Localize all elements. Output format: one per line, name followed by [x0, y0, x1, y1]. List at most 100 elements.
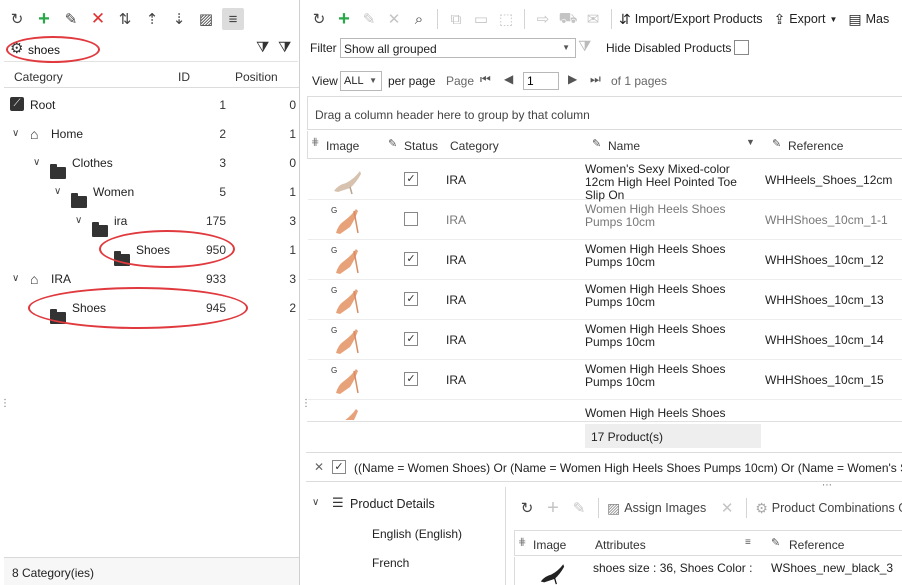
import-export-button[interactable]: ⇵ Import/Export Products	[619, 11, 763, 28]
filter-icon[interactable]: ≡	[222, 8, 244, 30]
delete-icon[interactable]: ✕	[383, 8, 405, 30]
chevron-down-icon[interactable]: ∨	[312, 497, 319, 508]
status-checkbox[interactable]	[404, 212, 418, 226]
row-reference: WHHShoes_10cm_13	[765, 293, 884, 307]
refresh-icon[interactable]: ↻	[516, 497, 538, 519]
product-combinations-button[interactable]: ⚙ Product Combinations Ge	[755, 500, 902, 517]
column-attributes[interactable]: Attributes	[595, 538, 646, 552]
status-checkbox[interactable]: ✓	[404, 332, 418, 346]
column-category[interactable]: Category	[14, 70, 63, 84]
table-row[interactable]: Women High Heels Shoes Pumps	[308, 400, 902, 420]
filter-label: Filter	[310, 41, 337, 55]
edit-icon[interactable]: ✎	[358, 8, 380, 30]
filter-select[interactable]: Show all grouped ▼	[340, 38, 576, 58]
mass-button[interactable]: ▤ Mas	[848, 11, 889, 28]
view-label: View	[312, 74, 338, 88]
edit-icon[interactable]: ✎	[568, 497, 590, 519]
column-reference[interactable]: Reference	[789, 538, 844, 552]
table-row[interactable]: G ✓ IRA Women High Heels Shoes Pumps 10c…	[308, 240, 902, 280]
delete-icon[interactable]: ✕	[716, 497, 738, 519]
column-position[interactable]: Position	[235, 70, 278, 84]
view-select[interactable]: ALL ▼	[340, 71, 382, 91]
row-reference: WHHShoes_10cm_14	[765, 333, 884, 347]
column-name[interactable]: Name	[608, 139, 640, 153]
table-row[interactable]: G ✓ IRA Women High Heels Shoes Pumps 10c…	[308, 320, 902, 360]
row-category: IRA	[446, 373, 467, 387]
table-row[interactable]: ✓ IRA Women's Sexy Mixed-color 12cm High…	[308, 160, 902, 202]
status-checkbox[interactable]: ✓	[404, 372, 418, 386]
hide-disabled-checkbox[interactable]	[734, 40, 749, 55]
table-row[interactable]: G ✓ IRA Women High Heels Shoes Pumps 10c…	[308, 360, 902, 400]
move-down-icon[interactable]: ⇣	[168, 8, 190, 30]
mass-label: Mas	[865, 12, 890, 26]
refresh-icon[interactable]: ↻	[6, 8, 28, 30]
tree-node-home[interactable]: ∨ ⌂ Home 2 1	[0, 119, 298, 148]
add-icon[interactable]: +	[542, 497, 564, 519]
row-name: Women High Heels Shoes Pumps 10cm	[585, 322, 726, 349]
column-chooser-icon[interactable]: ⋕	[518, 537, 526, 548]
status-checkbox[interactable]: ✓	[404, 252, 418, 266]
filter-bar: Filter Show all grouped ▼ ⧩ Hide Disable…	[306, 36, 902, 62]
filter-enable-checkbox[interactable]: ✓	[332, 460, 346, 474]
image-icon[interactable]: ▨	[195, 8, 217, 30]
tree-node-root[interactable]: ⟋ Root 1 0	[0, 90, 298, 119]
duplicate-icon[interactable]: ⬚	[495, 8, 517, 30]
product-thumbnail: G	[331, 366, 359, 394]
chevron-down-icon: ▼	[369, 76, 377, 85]
status-checkbox[interactable]: ✓	[404, 292, 418, 306]
column-chooser-icon[interactable]: ⋕	[311, 137, 319, 148]
details-item-french[interactable]: French	[372, 556, 409, 570]
group-by-panel[interactable]: Drag a column header here to group by th…	[307, 96, 902, 130]
column-id[interactable]: ID	[178, 70, 190, 84]
copy-icon[interactable]: ⧉	[445, 8, 467, 30]
paste-icon[interactable]: ▭	[470, 8, 492, 30]
table-row[interactable]: G ✓ IRA Women High Heels Shoes Pumps 10c…	[308, 280, 902, 320]
edit-icon[interactable]: ✎	[60, 8, 82, 30]
add-icon[interactable]: +	[333, 8, 355, 30]
tree-node-id: 2	[219, 126, 226, 141]
prev-page-icon[interactable]: ◀	[504, 72, 513, 86]
column-image[interactable]: Image	[326, 139, 359, 153]
table-row[interactable]: G IRA Women High Heels Shoes Pumps 10cm …	[308, 200, 902, 240]
toolbar-separator	[524, 9, 525, 29]
message-icon[interactable]: ✉	[582, 8, 604, 30]
column-reference[interactable]: Reference	[788, 139, 843, 153]
add-filter-icon[interactable]: ⧩	[256, 39, 269, 56]
sort-column-icon[interactable]: ≡	[745, 537, 751, 548]
column-category[interactable]: Category	[450, 139, 499, 153]
splitter-handle-horizontal[interactable]: ⋯	[822, 480, 832, 491]
chevron-down-icon[interactable]: ∨	[12, 128, 19, 139]
move-icon[interactable]: ⇨	[532, 8, 554, 30]
sort-icon[interactable]: ⇅	[114, 8, 136, 30]
product-details-title[interactable]: Product Details	[350, 497, 435, 511]
row-reference: WShoes_new_black_3	[771, 561, 894, 575]
clear-filter-icon[interactable]: ⧩	[578, 38, 591, 55]
refresh-icon[interactable]: ↻	[308, 8, 330, 30]
images-toolbar: ↻ + ✎ ▨ Assign Images ✕ ⚙ Product Combinat…	[516, 496, 902, 520]
add-icon[interactable]: +	[33, 8, 55, 30]
close-filter-icon[interactable]: ✕	[314, 460, 324, 474]
delete-icon[interactable]: ✕	[87, 8, 109, 30]
search-icon[interactable]: ⌕	[408, 8, 430, 30]
assign-images-button[interactable]: ▨ Assign Images	[607, 500, 706, 517]
export-button[interactable]: ⇪ Export ▼	[774, 11, 838, 28]
column-status[interactable]: Status	[404, 139, 438, 153]
last-page-icon[interactable]: ⏭	[590, 72, 601, 87]
status-checkbox[interactable]: ✓	[404, 172, 418, 186]
mass-icon: ▤	[848, 10, 862, 27]
details-item-english[interactable]: English (English)	[372, 527, 462, 541]
move-up-icon[interactable]: ⇡	[141, 8, 163, 30]
product-count: 17 Product(s)	[591, 430, 664, 444]
page-input[interactable]	[523, 72, 559, 90]
filter-expression-text[interactable]: ((Name = Women Shoes) Or (Name = Women H…	[354, 461, 902, 475]
filter-column-icon[interactable]: ▼	[746, 137, 755, 147]
clear-filter-icon[interactable]: ⧩	[278, 39, 291, 56]
row-attributes: shoes size : 36, Shoes Color :	[593, 561, 753, 575]
tree-node-label: Home	[51, 126, 84, 141]
shipping-icon[interactable]: ⛟	[557, 8, 579, 30]
column-image[interactable]: Image	[533, 538, 566, 552]
next-page-icon[interactable]: ▶	[568, 72, 577, 86]
row-reference: WHHShoes_10cm_12	[765, 253, 884, 267]
first-page-icon[interactable]: ⏮	[480, 72, 491, 87]
images-table-row[interactable]: shoes size : 36, Shoes Color : WShoes_ne…	[514, 557, 902, 585]
